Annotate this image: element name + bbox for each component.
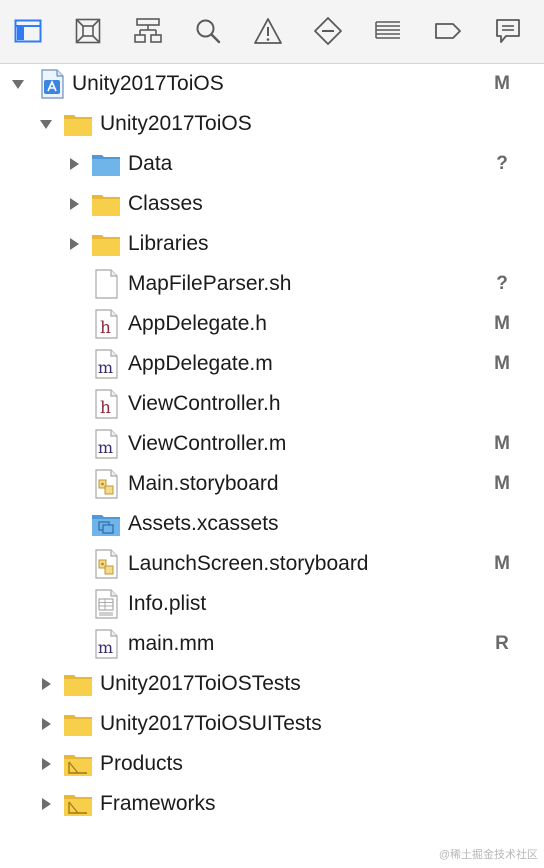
tree-row[interactable]: h ViewController.h xyxy=(0,384,544,424)
tree-item-label: Classes xyxy=(128,192,203,215)
tree-item-label: Frameworks xyxy=(100,792,216,815)
folder-icon[interactable] xyxy=(13,16,43,46)
tree-row[interactable]: MapFileParser.sh? xyxy=(0,264,544,304)
watermark: @稀土掘金技术社区 xyxy=(438,849,538,861)
tree-item-label: Unity2017ToiOSTests xyxy=(100,672,301,695)
folder-icon xyxy=(90,228,122,260)
tree-row[interactable]: Assets.xcassets xyxy=(0,504,544,544)
tree-item-label: ViewController.m xyxy=(128,432,287,455)
tree-row[interactable]: h AppDelegate.h M xyxy=(0,304,544,344)
disclosure-collapsed-icon[interactable] xyxy=(38,716,54,732)
tree-row[interactable]: m ViewController.m M xyxy=(0,424,544,464)
navigator-tab-bar xyxy=(0,0,544,64)
source-control-status-badge: ? xyxy=(496,153,508,174)
asset-catalog-icon xyxy=(90,508,122,540)
svg-text:m: m xyxy=(98,358,113,377)
tree-item-label: AppDelegate.h xyxy=(128,312,267,335)
tree-row[interactable]: Data? xyxy=(0,144,544,184)
svg-text:h: h xyxy=(100,318,111,338)
blue-folder-icon xyxy=(90,148,122,180)
source-control-status-badge: ? xyxy=(496,273,508,294)
tree-item-label: Unity2017ToiOS xyxy=(100,112,252,135)
source-control-status-badge: M xyxy=(494,473,510,494)
source-control-status-badge: M xyxy=(494,73,510,94)
tree-item-label: Main.storyboard xyxy=(128,472,279,495)
svg-text:h: h xyxy=(100,398,111,418)
folder-icon xyxy=(62,668,94,700)
folder-icon xyxy=(90,188,122,220)
warning-icon[interactable] xyxy=(253,16,283,46)
disclosure-collapsed-icon[interactable] xyxy=(66,236,82,252)
tree-row[interactable]: Products xyxy=(0,744,544,784)
breakpoint-icon[interactable] xyxy=(433,16,463,46)
source-control-icon[interactable] xyxy=(73,16,103,46)
folder-icon xyxy=(62,708,94,740)
tree-item-label: Products xyxy=(100,752,183,775)
disclosure-expanded-icon[interactable] xyxy=(10,76,26,92)
speech-bubble-icon[interactable] xyxy=(493,16,523,46)
disclosure-collapsed-icon[interactable] xyxy=(38,756,54,772)
disclosure-collapsed-icon[interactable] xyxy=(38,676,54,692)
svg-text:m: m xyxy=(98,638,113,657)
objc-file-icon: m xyxy=(90,628,122,660)
tree-item-label: ViewController.h xyxy=(128,392,281,415)
folder-icon xyxy=(62,108,94,140)
source-control-status-badge: M xyxy=(494,313,510,334)
tree-row[interactable]: Unity2017ToiOSTests xyxy=(0,664,544,704)
header-file-icon: h xyxy=(90,308,122,340)
tree-row[interactable]: Unity2017ToiOSUITests xyxy=(0,704,544,744)
tree-row[interactable]: m AppDelegate.m M xyxy=(0,344,544,384)
tree-row[interactable]: Info.plist xyxy=(0,584,544,624)
plist-file-icon xyxy=(90,588,122,620)
objc-file-icon: m xyxy=(90,428,122,460)
tree-row[interactable]: Classes xyxy=(0,184,544,224)
tree-item-label: Info.plist xyxy=(128,592,207,615)
tree-row[interactable]: Unity2017ToiOS M xyxy=(0,64,544,104)
source-control-status-badge: M xyxy=(494,433,510,454)
tree-item-label: main.mm xyxy=(128,632,215,655)
list-icon[interactable] xyxy=(373,16,403,46)
tree-item-label: Libraries xyxy=(128,232,209,255)
blank-file-icon xyxy=(90,268,122,300)
products-folder-icon xyxy=(62,788,94,820)
search-icon[interactable] xyxy=(193,16,223,46)
tree-item-label: LaunchScreen.storyboard xyxy=(128,552,369,575)
hierarchy-icon[interactable] xyxy=(133,16,163,46)
source-control-status-badge: M xyxy=(494,553,510,574)
tree-item-label: Data xyxy=(128,152,173,175)
tree-row[interactable]: LaunchScreen.storyboard M xyxy=(0,544,544,584)
tree-row[interactable]: Unity2017ToiOS xyxy=(0,104,544,144)
disclosure-collapsed-icon[interactable] xyxy=(38,796,54,812)
disclosure-collapsed-icon[interactable] xyxy=(66,196,82,212)
objc-file-icon: m xyxy=(90,348,122,380)
tree-item-label: MapFileParser.sh xyxy=(128,272,292,295)
tree-item-label: AppDelegate.m xyxy=(128,352,273,375)
tree-row[interactable]: Frameworks xyxy=(0,784,544,824)
tree-row[interactable]: Main.storyboard M xyxy=(0,464,544,504)
source-control-status-badge: M xyxy=(494,353,510,374)
tree-item-label: Unity2017ToiOSUITests xyxy=(100,712,322,735)
xcode-project-icon xyxy=(36,68,68,100)
storyboard-icon xyxy=(90,468,122,500)
disclosure-collapsed-icon[interactable] xyxy=(66,156,82,172)
source-control-status-badge: R xyxy=(495,633,509,654)
disclosure-expanded-icon[interactable] xyxy=(38,116,54,132)
tree-item-label: Assets.xcassets xyxy=(128,512,279,535)
svg-text:m: m xyxy=(98,438,113,457)
storyboard-icon xyxy=(90,548,122,580)
test-diamond-icon[interactable] xyxy=(313,16,343,46)
tree-row[interactable]: m main.mm R xyxy=(0,624,544,664)
header-file-icon: h xyxy=(90,388,122,420)
products-folder-icon xyxy=(62,748,94,780)
tree-row[interactable]: Libraries xyxy=(0,224,544,264)
tree-item-label: Unity2017ToiOS xyxy=(72,72,224,95)
